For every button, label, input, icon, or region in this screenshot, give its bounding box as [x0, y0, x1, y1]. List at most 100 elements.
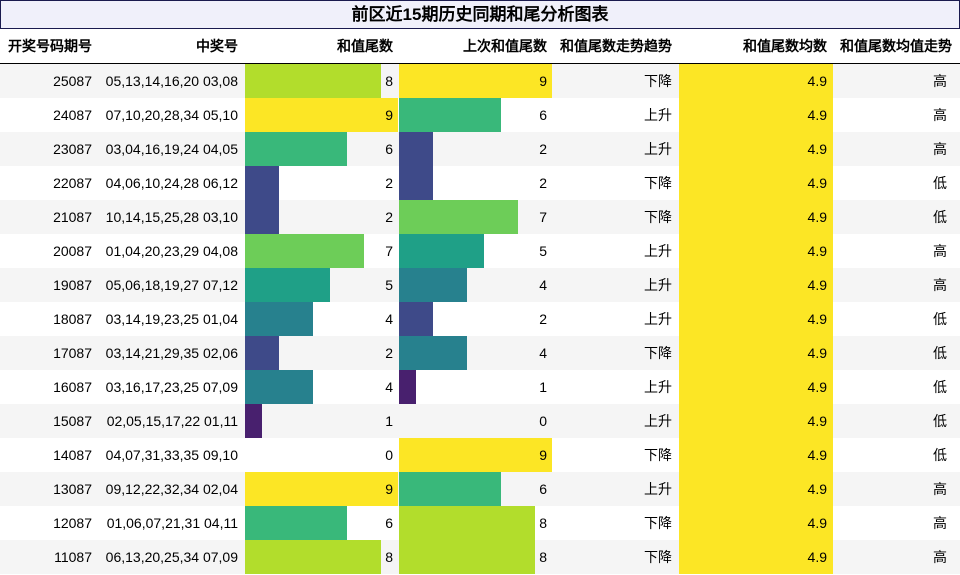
avg-trend-cell: 高 — [933, 243, 947, 259]
avg-value: 4.9 — [807, 107, 827, 123]
avg-value: 4.9 — [807, 413, 827, 429]
prev-tail-bar — [399, 438, 552, 472]
tail-value: 9 — [385, 481, 393, 497]
tail-bar — [245, 370, 313, 404]
trend-cell: 下降 — [644, 549, 672, 565]
prev-tail-value: 8 — [539, 515, 547, 531]
trend-cell: 下降 — [644, 345, 672, 361]
tail-value: 4 — [385, 311, 393, 327]
avg-trend-cell: 低 — [933, 345, 947, 361]
prev-tail-bar — [399, 200, 518, 234]
avg-trend-cell: 高 — [933, 107, 947, 123]
period-cell: 22087 — [53, 175, 92, 191]
table-row: 13087 09,12,22,32,34 02,04 9 6 上升 4.9 高 — [0, 472, 960, 506]
prev-tail-bar — [399, 268, 467, 302]
period-cell: 18087 — [53, 311, 92, 327]
numbers-cell: 03,14,19,23,25 01,04 — [105, 311, 238, 327]
avg-value: 4.9 — [807, 345, 827, 361]
avg-trend-cell: 高 — [933, 515, 947, 531]
tail-value: 8 — [385, 549, 393, 565]
tail-bar — [245, 336, 279, 370]
avg-value: 4.9 — [807, 73, 827, 89]
numbers-cell: 09,12,22,32,34 02,04 — [105, 481, 238, 497]
numbers-cell: 10,14,15,25,28 03,10 — [105, 209, 238, 225]
period-cell: 23087 — [53, 141, 92, 157]
prev-tail-value: 4 — [539, 277, 547, 293]
avg-trend-cell: 低 — [933, 175, 947, 191]
avg-trend-cell: 高 — [933, 549, 947, 565]
tail-value: 1 — [385, 413, 393, 429]
prev-tail-bar — [399, 64, 552, 98]
tail-value: 2 — [385, 175, 393, 191]
numbers-cell: 03,14,21,29,35 02,06 — [105, 345, 238, 361]
tail-bar — [245, 200, 279, 234]
prev-tail-value: 8 — [539, 549, 547, 565]
prev-tail-value: 2 — [539, 175, 547, 191]
avg-trend-cell: 高 — [933, 73, 947, 89]
header-avg: 和值尾数均数 — [743, 38, 827, 54]
trend-cell: 上升 — [644, 481, 672, 497]
tail-bar — [245, 64, 381, 98]
trend-cell: 上升 — [644, 277, 672, 293]
numbers-cell: 02,05,15,17,22 01,11 — [106, 413, 238, 429]
prev-tail-value: 7 — [539, 209, 547, 225]
header-numbers: 中奖号 — [196, 38, 238, 54]
header-trend: 和值尾数走势趋势 — [560, 38, 672, 54]
numbers-cell: 01,06,07,21,31 04,11 — [106, 515, 238, 531]
period-cell: 16087 — [53, 379, 92, 395]
table-row: 24087 07,10,20,28,34 05,10 9 6 上升 4.9 高 — [0, 98, 960, 132]
table-row: 23087 03,04,16,19,24 04,05 6 2 上升 4.9 高 — [0, 132, 960, 166]
avg-value: 4.9 — [807, 379, 827, 395]
trend-cell: 上升 — [644, 107, 672, 123]
trend-cell: 上升 — [644, 311, 672, 327]
table-row: 25087 05,13,14,16,20 03,08 8 9 下降 4.9 高 — [0, 64, 960, 98]
avg-trend-cell: 高 — [933, 141, 947, 157]
period-cell: 19087 — [53, 277, 92, 293]
avg-value: 4.9 — [807, 209, 827, 225]
prev-tail-value: 6 — [539, 107, 547, 123]
avg-value: 4.9 — [807, 175, 827, 191]
table-row: 22087 04,06,10,24,28 06,12 2 2 下降 4.9 低 — [0, 166, 960, 200]
avg-trend-cell: 低 — [933, 413, 947, 429]
avg-value: 4.9 — [807, 277, 827, 293]
header-period: 开奖号码期号 — [8, 38, 92, 54]
tail-bar — [245, 506, 347, 540]
prev-tail-bar — [399, 234, 484, 268]
trend-cell: 上升 — [644, 141, 672, 157]
tail-bar — [245, 268, 330, 302]
numbers-cell: 05,06,18,19,27 07,12 — [105, 277, 238, 293]
numbers-cell: 06,13,20,25,34 07,09 — [105, 549, 238, 565]
period-cell: 15087 — [53, 413, 92, 429]
prev-tail-value: 4 — [539, 345, 547, 361]
period-cell: 25087 — [53, 73, 92, 89]
table-row: 18087 03,14,19,23,25 01,04 4 2 上升 4.9 低 — [0, 302, 960, 336]
prev-tail-bar — [399, 336, 467, 370]
prev-tail-value: 5 — [539, 243, 547, 259]
avg-value: 4.9 — [807, 481, 827, 497]
tail-value: 7 — [385, 243, 393, 259]
table-row: 21087 10,14,15,25,28 03,10 2 7 下降 4.9 低 — [0, 200, 960, 234]
period-cell: 11087 — [54, 549, 92, 565]
chart-title: 前区近15期历史同期和尾分析图表 — [0, 0, 960, 29]
tail-value: 2 — [385, 345, 393, 361]
avg-value: 4.9 — [807, 447, 827, 463]
tail-bar — [245, 234, 364, 268]
avg-trend-cell: 高 — [933, 277, 947, 293]
prev-tail-value: 1 — [539, 379, 547, 395]
prev-tail-value: 0 — [539, 413, 547, 429]
prev-tail-value: 6 — [539, 481, 547, 497]
prev-tail-bar — [399, 302, 433, 336]
period-cell: 21087 — [53, 209, 92, 225]
prev-tail-bar — [399, 506, 535, 540]
prev-tail-value: 2 — [539, 141, 547, 157]
tail-bar — [245, 404, 262, 438]
tail-value: 2 — [385, 209, 393, 225]
numbers-cell: 03,04,16,19,24 04,05 — [105, 141, 238, 157]
trend-cell: 上升 — [644, 413, 672, 429]
tail-value: 5 — [385, 277, 393, 293]
table-row: 14087 04,07,31,33,35 09,10 0 9 下降 4.9 低 — [0, 438, 960, 472]
chart-table: 前区近15期历史同期和尾分析图表 开奖号码期号 中奖号 和值尾数 上次和值尾数 … — [0, 0, 960, 575]
numbers-cell: 07,10,20,28,34 05,10 — [105, 107, 238, 123]
numbers-cell: 04,07,31,33,35 09,10 — [105, 447, 238, 463]
tail-bar — [245, 98, 398, 132]
